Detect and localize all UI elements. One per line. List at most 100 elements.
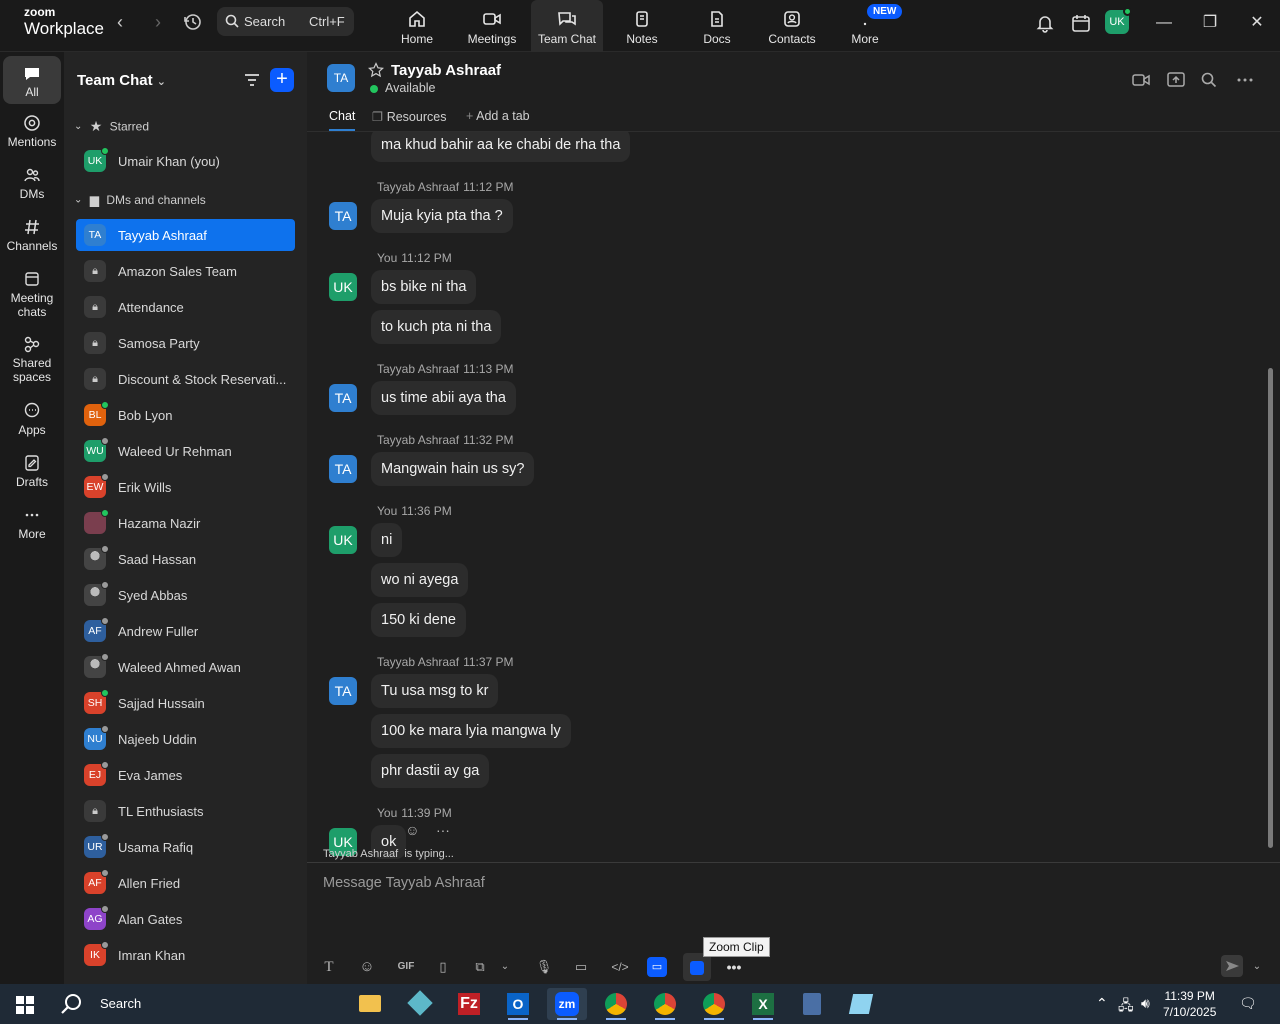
forward-arrow-icon[interactable]: ›: [148, 12, 168, 32]
rail-channels[interactable]: Channels: [3, 218, 61, 253]
chat-list-item[interactable]: AF Allen Fried: [76, 867, 295, 899]
tab-notes[interactable]: Notes: [606, 0, 678, 52]
message-avatar[interactable]: TA: [329, 384, 357, 412]
excel-icon[interactable]: X: [743, 988, 783, 1020]
chat-list-item[interactable]: EW Erik Wills: [76, 471, 295, 503]
message-avatar[interactable]: TA: [329, 202, 357, 230]
chevron-down-icon[interactable]: ⌄: [495, 957, 515, 977]
file-icon[interactable]: ▯: [433, 957, 453, 977]
message-bubble[interactable]: ma khud bahir aa ke chabi de rha tha: [371, 132, 631, 162]
tab-meetings[interactable]: Meetings: [456, 0, 528, 52]
dms-section-header[interactable]: ⌄ ▆ DMs and channels: [74, 192, 206, 207]
video-call-icon[interactable]: [1131, 70, 1151, 90]
message-sender[interactable]: You: [377, 806, 397, 820]
message-bubble[interactable]: to kuch pta ni tha: [371, 310, 502, 344]
rail-shared-spaces[interactable]: Shared spaces: [3, 335, 61, 384]
chat-list-item[interactable]: 🔒︎ Amazon Sales Team: [76, 255, 295, 287]
rail-dms[interactable]: DMs: [3, 166, 61, 201]
chat-list-item[interactable]: IK Imran Khan: [76, 939, 295, 971]
outlook-icon[interactable]: O: [498, 988, 538, 1020]
message-bubble[interactable]: wo ni ayega: [371, 563, 469, 597]
message-sender[interactable]: Tayyab Ashraaf: [377, 180, 459, 194]
message-bubble[interactable]: Mangwain hain us sy?: [371, 452, 535, 486]
message-sender[interactable]: Tayyab Ashraaf: [377, 433, 459, 447]
chevron-up-icon[interactable]: ⌃: [1096, 995, 1108, 1012]
chrome-icon-2[interactable]: [645, 988, 685, 1020]
chat-list-item[interactable]: AF Andrew Fuller: [76, 615, 295, 647]
microphone-icon[interactable]: 🎙︎: [534, 957, 554, 977]
message-bubble[interactable]: Tu usa msg to kr: [371, 674, 499, 708]
rail-meeting-chats[interactable]: Meeting chats: [3, 270, 61, 319]
tab-resources[interactable]: ❐ Resources: [372, 109, 446, 124]
minimize-button[interactable]: —: [1153, 12, 1175, 34]
video-message-icon[interactable]: ▭: [571, 957, 591, 977]
chat-list-item[interactable]: NU Najeeb Uddin: [76, 723, 295, 755]
contact-name[interactable]: Tayyab Ashraaf: [391, 62, 501, 79]
chat-list-item[interactable]: UR Usama Rafiq: [76, 831, 295, 863]
notifications-icon[interactable]: 🗨︎: [1239, 995, 1257, 1012]
rail-mentions[interactable]: Mentions: [3, 114, 61, 149]
code-snippet-icon[interactable]: </>: [610, 957, 630, 977]
tab-chat[interactable]: Chat: [329, 109, 356, 131]
chat-list-item[interactable]: 🔒︎ Discount & Stock Reservati...: [76, 363, 295, 395]
gif-button[interactable]: GIF: [394, 957, 418, 977]
send-button[interactable]: [1221, 955, 1243, 977]
starred-section-header[interactable]: ⌄ ★ Starred: [74, 118, 149, 135]
zoom-taskbar-icon[interactable]: zm: [547, 988, 587, 1020]
chat-list-item[interactable]: 🔒︎ Attendance: [76, 291, 295, 323]
message-bubble[interactable]: 150 ki dene: [371, 603, 466, 637]
more-options-icon[interactable]: [1235, 70, 1255, 90]
new-chat-button[interactable]: +: [270, 68, 294, 92]
back-arrow-icon[interactable]: ‹: [110, 12, 130, 32]
rail-all[interactable]: All: [3, 56, 61, 104]
screenshot-icon[interactable]: ⧉: [470, 957, 490, 977]
star-outline-icon[interactable]: [368, 62, 384, 78]
search-icon[interactable]: [1199, 70, 1219, 90]
tab-docs[interactable]: Docs: [681, 0, 753, 52]
rail-more[interactable]: More: [3, 506, 61, 541]
message-avatar[interactable]: TA: [329, 455, 357, 483]
share-screen-icon[interactable]: [1166, 70, 1186, 90]
taskbar-search[interactable]: Search: [60, 992, 141, 1019]
chat-list-item[interactable]: 🔒︎ Samosa Party: [76, 327, 295, 359]
message-avatar[interactable]: UK: [329, 526, 357, 554]
message-bubble[interactable]: phr dastii ay ga: [371, 754, 490, 788]
chrome-icon-3[interactable]: [694, 988, 734, 1020]
chat-list-item[interactable]: SH Sajjad Hussain: [76, 687, 295, 719]
network-icon[interactable]: 🖧︎: [1118, 995, 1134, 1019]
more-tools-icon[interactable]: •••: [724, 957, 744, 977]
taskbar-clock[interactable]: 11:39 PM 7/10/2025: [1163, 988, 1216, 1020]
text-format-icon[interactable]: T: [319, 957, 339, 977]
chat-list-item[interactable]: WU Waleed Ur Rehman: [76, 435, 295, 467]
message-bubble[interactable]: bs bike ni tha: [371, 270, 477, 304]
calculator-icon[interactable]: [792, 988, 832, 1020]
chrome-icon[interactable]: [596, 988, 636, 1020]
chat-list-item[interactable]: EJ Eva James: [76, 759, 295, 791]
composer-placeholder[interactable]: Message Tayyab Ashraaf: [323, 875, 485, 891]
file-explorer-icon[interactable]: [350, 988, 390, 1020]
emoji-icon[interactable]: ☺: [357, 957, 377, 977]
chat-list-item[interactable]: BL Bob Lyon: [76, 399, 295, 431]
tab-add-a-tab[interactable]: + Add a tab: [466, 109, 530, 123]
filter-icon[interactable]: [242, 70, 262, 90]
message-bubble[interactable]: ni: [371, 523, 403, 557]
app-diamond-icon[interactable]: [400, 988, 440, 1020]
message-sender[interactable]: Tayyab Ashraaf: [377, 655, 459, 669]
close-window-button[interactable]: ✕: [1246, 12, 1268, 34]
tab-more[interactable]: More NEW: [829, 0, 903, 52]
bell-icon[interactable]: [1034, 12, 1056, 34]
chevron-down-icon[interactable]: ⌄: [1247, 957, 1267, 977]
tab-contacts[interactable]: Contacts: [756, 0, 828, 52]
user-avatar[interactable]: UK: [1105, 7, 1132, 34]
message-sender[interactable]: Tayyab Ashraaf: [377, 362, 459, 376]
message-bubble[interactable]: 100 ke mara lyia mangwa ly: [371, 714, 571, 748]
chat-list-item[interactable]: Waleed Ahmed Awan: [76, 651, 295, 683]
restore-button[interactable]: ❐: [1199, 12, 1221, 34]
message-bubble[interactable]: us time abii aya tha: [371, 381, 516, 415]
chat-list-item[interactable]: Syed Abbas: [76, 579, 295, 611]
rail-drafts[interactable]: Drafts: [3, 454, 61, 489]
zoom-clip-button[interactable]: [683, 953, 711, 981]
volume-icon[interactable]: 🔊︎: [1141, 995, 1150, 1012]
filezilla-icon[interactable]: Fz: [449, 988, 489, 1020]
message-sender[interactable]: You: [377, 251, 397, 265]
